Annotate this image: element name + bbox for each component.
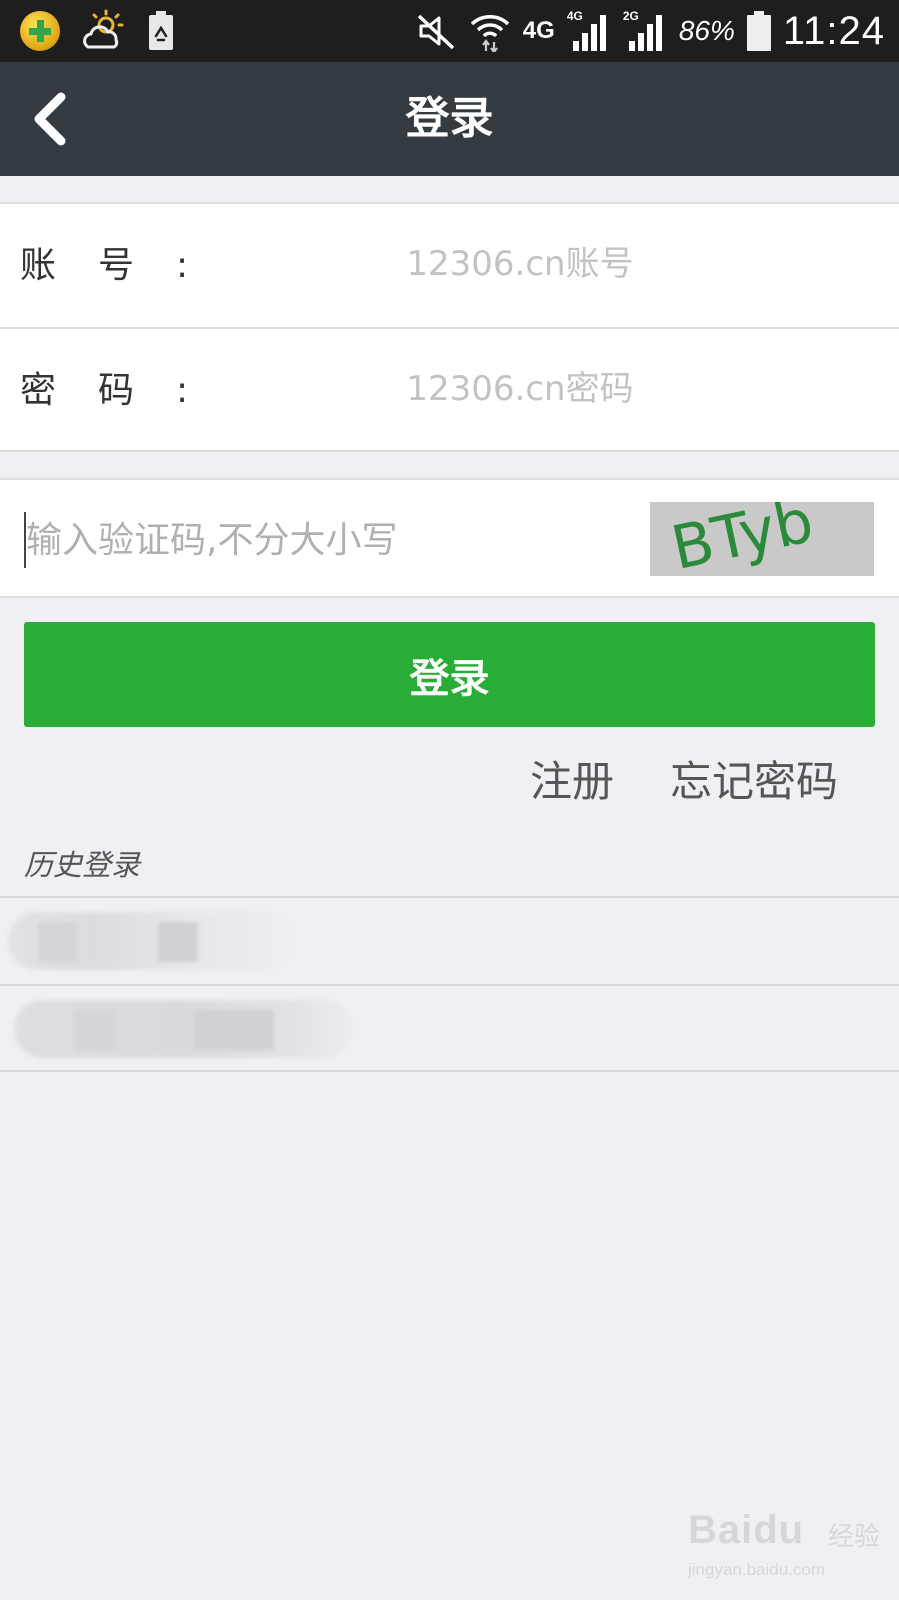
wifi-icon xyxy=(470,15,510,52)
login-button[interactable]: 登录 xyxy=(24,622,875,727)
nav-bar: 登录 xyxy=(0,62,899,176)
forgot-password-link[interactable]: 忘记密码 xyxy=(670,752,838,812)
watermark-url: jingyan.baidu.com xyxy=(688,1560,826,1579)
baidu-jingyan-watermark: Baidu 经验 jingyan.baidu.com xyxy=(688,1508,888,1588)
history-item[interactable] xyxy=(0,896,899,984)
status-bar: 4G 4G 2G 86% 11:24 xyxy=(0,0,899,62)
signal-2-tag: 2G xyxy=(622,9,639,23)
captcha-glyphs: BTyb xyxy=(666,486,820,584)
network-type-label: 4G xyxy=(522,17,555,44)
password-label: 密码: xyxy=(20,370,189,411)
2g-signal-icon: 2G xyxy=(622,9,667,51)
history-section-label: 历史登录 xyxy=(24,848,141,882)
weather-partly-cloudy-icon xyxy=(83,9,124,49)
360-security-icon xyxy=(20,11,60,51)
redacted-account-mask xyxy=(8,912,298,970)
page-title: 登录 xyxy=(405,93,494,144)
watermark-logo: Baidu xyxy=(688,1508,805,1552)
password-row: 密码: xyxy=(0,327,899,450)
account-label: 账号: xyxy=(20,245,189,286)
account-row: 账号: xyxy=(0,204,899,327)
status-bar-left xyxy=(20,8,176,54)
battery-percent: 86% xyxy=(678,15,735,46)
status-bar-right: 4G 4G 2G 86% 11:24 xyxy=(415,6,885,56)
history-item[interactable] xyxy=(0,984,899,1072)
mute-icon xyxy=(417,14,454,50)
4g-signal-icon: 4G xyxy=(566,9,611,51)
redacted-account-mask xyxy=(14,1000,354,1058)
account-input[interactable] xyxy=(170,224,870,304)
captcha-input[interactable] xyxy=(26,500,626,580)
battery-saver-icon xyxy=(149,11,173,50)
captcha-image[interactable]: BTyb xyxy=(650,486,874,584)
signal-1-tag: 4G xyxy=(566,9,583,23)
credentials-group: 账号: 密码: xyxy=(0,202,899,452)
watermark-suffix: 经验 xyxy=(828,1522,881,1552)
password-input[interactable] xyxy=(170,349,870,429)
clock: 11:24 xyxy=(782,8,885,53)
captcha-text: BTyb xyxy=(666,502,820,576)
captcha-group: BTyb xyxy=(0,478,899,598)
battery-icon xyxy=(746,11,771,51)
register-link[interactable]: 注册 xyxy=(530,752,614,812)
